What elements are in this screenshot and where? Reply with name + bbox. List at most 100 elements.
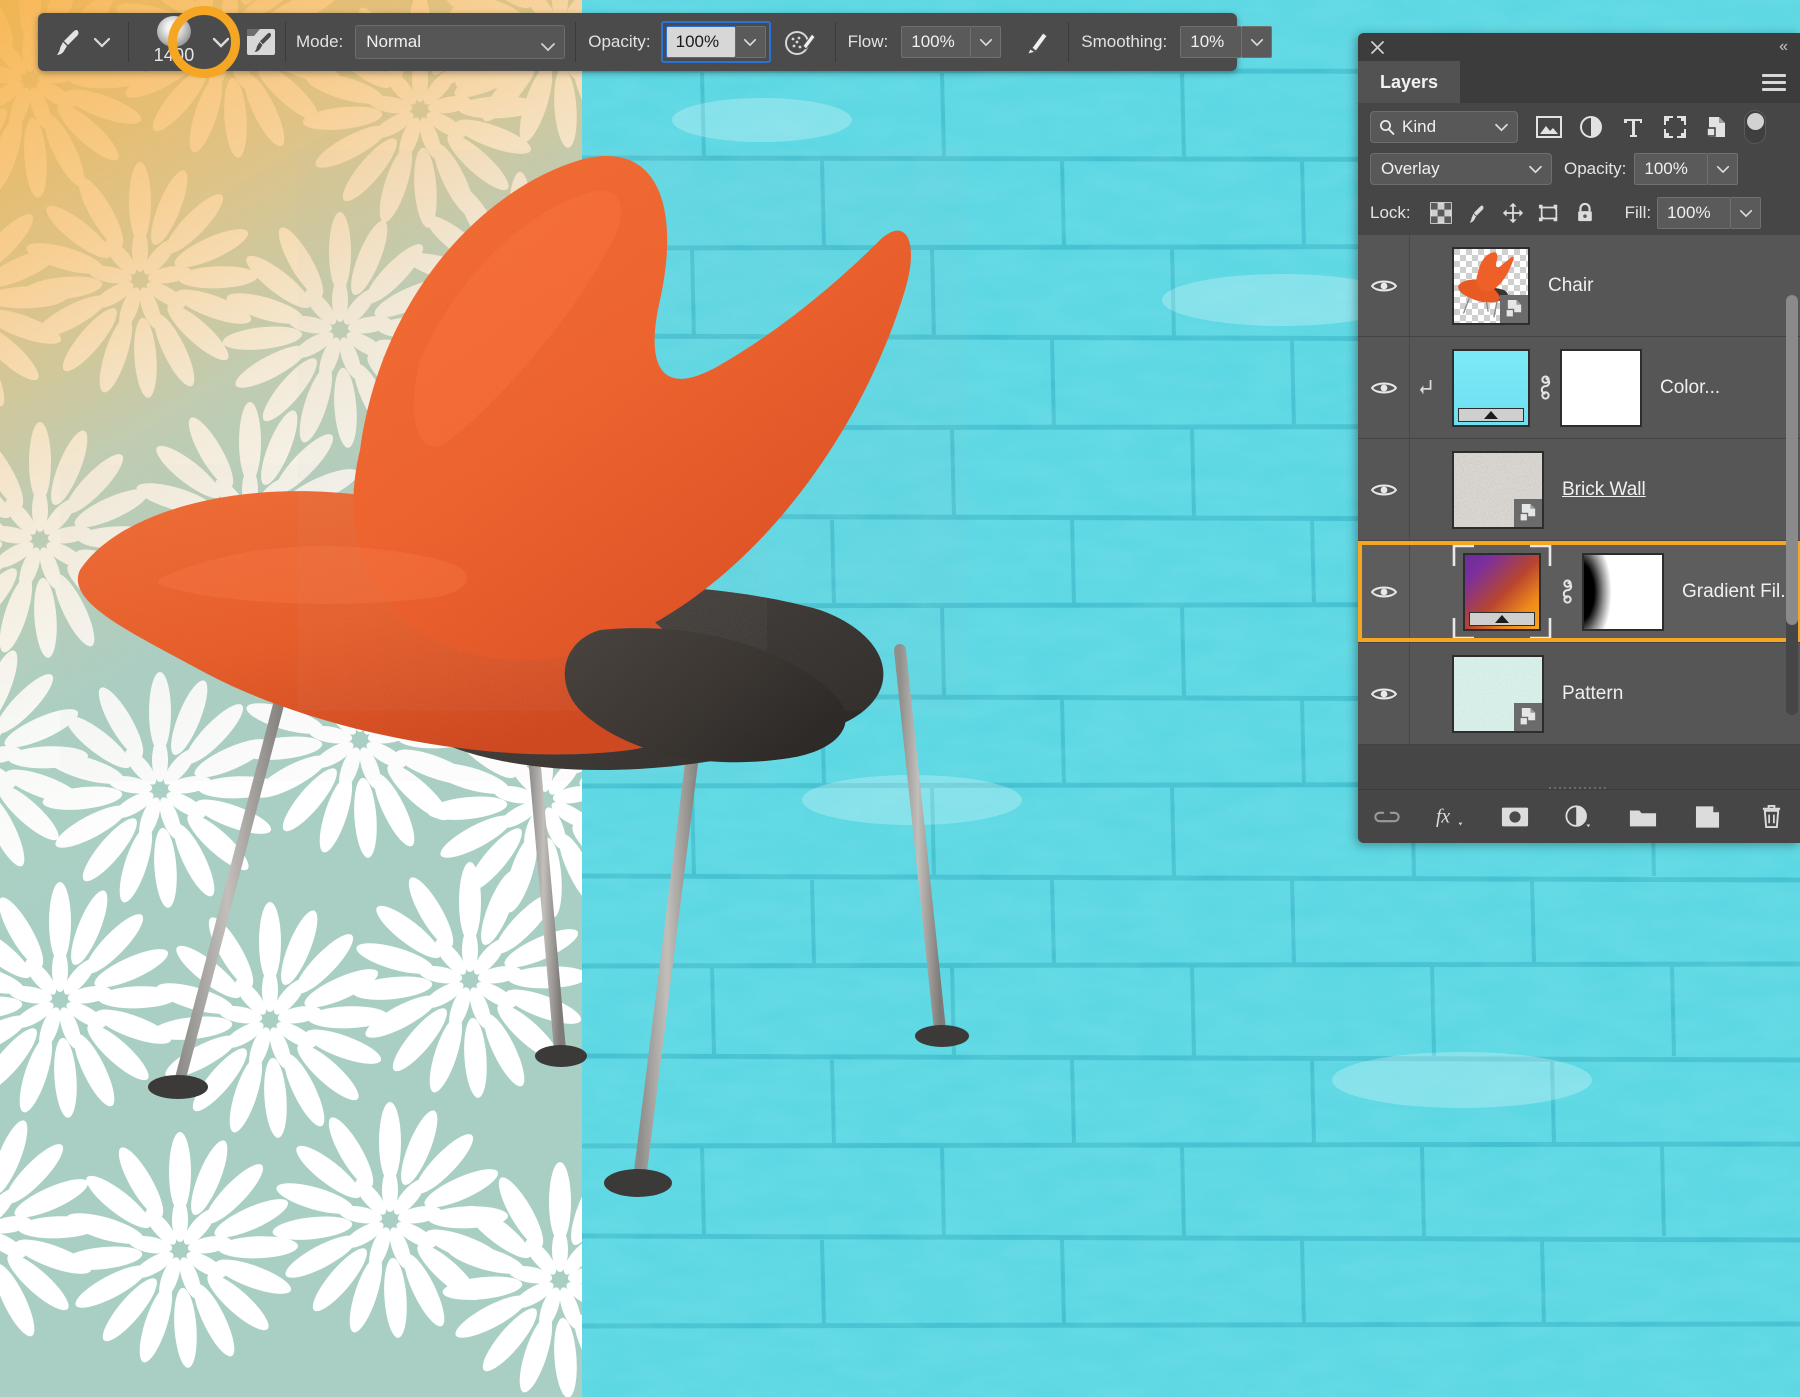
lock-transparent-pixels-icon[interactable] <box>1423 198 1459 228</box>
clipping-mask-arrow-icon <box>1410 378 1444 398</box>
panel-tab-row[interactable]: Layers <box>1358 61 1800 103</box>
layer-thumbnail-gradient-fill[interactable] <box>1463 552 1541 631</box>
flow-field: 100% <box>898 23 1004 61</box>
layer-blend-mode-value: Overlay <box>1381 159 1440 178</box>
link-mask-icon[interactable] <box>1552 578 1582 605</box>
link-layers-icon[interactable] <box>1370 801 1404 833</box>
pixel-layer-filter-icon[interactable] <box>1528 111 1570 143</box>
lock-row[interactable]: Lock: Fill: 100% <box>1358 191 1800 235</box>
filter-type-icons[interactable] <box>1528 110 1766 144</box>
layer-thumbnail-brick-wall[interactable] <box>1452 450 1544 529</box>
visibility-toggle-pattern[interactable] <box>1358 643 1410 744</box>
eye-icon[interactable] <box>1370 686 1397 702</box>
layer-opacity-chevron-down-icon[interactable] <box>1708 153 1739 185</box>
visibility-toggle-brick-wall[interactable] <box>1358 439 1410 540</box>
smoothing-stepper-chevron-down-icon[interactable] <box>1242 26 1273 58</box>
layer-row-brick-wall[interactable]: Brick Wall <box>1358 439 1800 541</box>
smart-object-filter-icon[interactable] <box>1696 111 1738 143</box>
flow-group[interactable]: Flow: 100% <box>842 13 1063 71</box>
panel-menu-icon[interactable] <box>1762 70 1786 95</box>
layer-list[interactable]: Chair Color... Brick Wall Gradient Fil..… <box>1358 235 1800 745</box>
close-icon[interactable] <box>1370 40 1385 55</box>
lock-position-icon[interactable] <box>1495 198 1531 228</box>
eye-icon[interactable] <box>1370 482 1397 498</box>
brush-preset-picker[interactable]: 1400 <box>135 13 279 71</box>
layer-name-gradient-fill[interactable]: Gradient Fil... <box>1682 581 1796 603</box>
visibility-toggle-chair[interactable] <box>1358 235 1410 336</box>
layer-row-color[interactable]: Color... <box>1358 337 1800 439</box>
opacity-field-focus-ring: 100% <box>660 21 771 63</box>
layer-name-color[interactable]: Color... <box>1660 377 1720 399</box>
divider <box>1068 22 1070 62</box>
layer-mask-thumbnail-color[interactable] <box>1560 348 1642 427</box>
mode-chevron-down-icon[interactable] <box>540 37 556 51</box>
mode-dropdown[interactable]: Normal <box>355 25 566 59</box>
layer-name-chair[interactable]: Chair <box>1548 275 1593 297</box>
layers-panel-bottom-toolbar[interactable]: fx <box>1358 789 1800 843</box>
airbrush-icon[interactable] <box>783 26 817 58</box>
brush-tool-icon[interactable] <box>52 25 86 59</box>
layer-name-pattern[interactable]: Pattern <box>1562 683 1623 705</box>
layer-thumbnail-color-adjustment[interactable] <box>1452 348 1530 427</box>
layer-mask-thumbnail-gradient-fill[interactable] <box>1582 552 1664 631</box>
layer-thumbnail-chair[interactable] <box>1452 246 1530 325</box>
fill-input[interactable]: 100% <box>1657 197 1732 229</box>
eye-icon[interactable] <box>1370 584 1397 600</box>
layer-row-chair[interactable]: Chair <box>1358 235 1800 337</box>
smoothing-options-icon[interactable] <box>1016 26 1050 58</box>
tool-preset-picker[interactable] <box>38 13 122 71</box>
new-group-icon[interactable] <box>1626 801 1660 833</box>
smoothing-input[interactable]: 10% <box>1180 26 1243 58</box>
collapse-panel-icon[interactable]: « <box>1779 38 1788 56</box>
divider <box>285 22 286 62</box>
add-layer-mask-icon[interactable] <box>1498 801 1532 833</box>
delete-layer-icon[interactable] <box>1754 801 1788 833</box>
tab-layers[interactable]: Layers <box>1358 61 1461 103</box>
opacity-input[interactable]: 100% <box>665 26 736 58</box>
eye-icon[interactable] <box>1370 278 1397 294</box>
visibility-toggle-color[interactable] <box>1358 337 1410 438</box>
tool-preset-chevron-down-icon[interactable] <box>92 32 112 52</box>
layer-style-fx-icon[interactable]: fx <box>1434 801 1468 833</box>
opacity-stepper-chevron-down-icon[interactable] <box>735 26 766 58</box>
brush-size-preview[interactable]: 1400 <box>143 16 205 66</box>
brush-preset-chevron-down-icon[interactable] <box>211 32 231 52</box>
filter-kind-dropdown[interactable]: Kind <box>1370 111 1518 143</box>
new-layer-icon[interactable] <box>1690 801 1724 833</box>
panel-menu-button[interactable] <box>1762 61 1800 103</box>
layer-opacity-input[interactable]: 100% <box>1634 153 1709 185</box>
layer-list-scrollbar[interactable] <box>1786 295 1798 715</box>
shape-layer-filter-icon[interactable] <box>1654 111 1696 143</box>
eye-icon[interactable] <box>1370 380 1397 396</box>
layer-row-gradient-fill[interactable]: Gradient Fil... <box>1358 541 1800 643</box>
blend-mode-group[interactable]: Mode: Normal <box>292 13 569 71</box>
smoothing-group[interactable]: Smoothing: 10% <box>1075 13 1275 71</box>
type-layer-filter-icon[interactable] <box>1612 111 1654 143</box>
fill-chevron-down-icon[interactable] <box>1731 197 1762 229</box>
layer-blend-mode-dropdown[interactable]: Overlay <box>1370 153 1552 185</box>
scrollbar-thumb[interactable] <box>1786 295 1798 625</box>
flow-stepper-chevron-down-icon[interactable] <box>971 26 1002 58</box>
layers-panel[interactable]: « Layers Kind Overlay Opacity: 100% Lock… <box>1358 33 1800 843</box>
layer-blend-mode-chevron-down-icon[interactable] <box>1528 159 1543 179</box>
new-adjustment-layer-icon[interactable] <box>1562 801 1596 833</box>
lock-artboard-nesting-icon[interactable] <box>1531 198 1567 228</box>
brush-settings-panel-icon[interactable] <box>243 25 279 59</box>
layer-filter-row[interactable]: Kind <box>1358 103 1800 147</box>
tool-options-bar[interactable]: 1400 Mode: Normal Opacity: 100% Flow: 10… <box>38 13 1273 71</box>
opacity-group[interactable]: Opacity: 100% <box>582 13 828 71</box>
lock-label: Lock: <box>1370 203 1411 222</box>
layer-thumbnail-pattern[interactable] <box>1452 654 1544 733</box>
adjustment-layer-filter-icon[interactable] <box>1570 111 1612 143</box>
layer-row-pattern[interactable]: Pattern <box>1358 643 1800 745</box>
divider <box>128 22 129 62</box>
blend-mode-row[interactable]: Overlay Opacity: 100% <box>1358 147 1800 191</box>
layer-name-brick-wall[interactable]: Brick Wall <box>1562 479 1646 501</box>
visibility-toggle-gradient-fill[interactable] <box>1358 541 1410 642</box>
lock-all-icon[interactable] <box>1567 198 1603 228</box>
filter-kind-chevron-down-icon[interactable] <box>1494 117 1509 137</box>
flow-input[interactable]: 100% <box>901 26 972 58</box>
filter-enable-toggle[interactable] <box>1744 110 1766 144</box>
link-mask-icon[interactable] <box>1530 374 1560 401</box>
lock-image-pixels-icon[interactable] <box>1459 198 1495 228</box>
